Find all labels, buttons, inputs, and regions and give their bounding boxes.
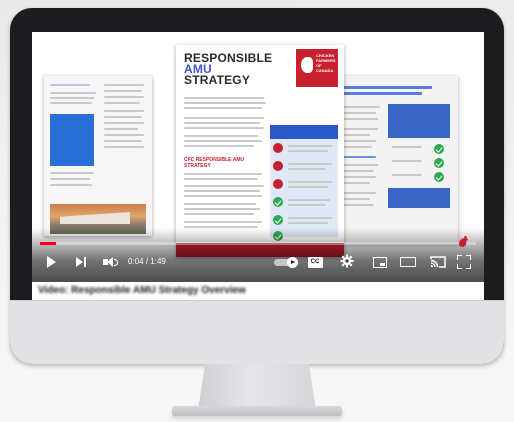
miniplayer-icon[interactable] [372, 256, 387, 268]
video-caption-strip: Video: Responsible AMU Strategy Overview [32, 282, 484, 300]
video-screen[interactable]: RESPONSIBLE AMU STRATEGY CHICKEN FARMERS… [32, 32, 484, 282]
cc-icon[interactable]: CC [307, 256, 323, 268]
brochure-page-left [44, 76, 152, 236]
video-caption: Video: Responsible AMU Strategy Overview [38, 285, 246, 296]
progress-track[interactable] [40, 242, 476, 245]
cast-icon[interactable] [430, 255, 446, 269]
time-display: 0:04 / 1:49 [128, 257, 166, 266]
autoplay-icon [287, 256, 298, 268]
fullscreen-icon[interactable] [456, 254, 472, 270]
gear-icon[interactable] [340, 254, 354, 268]
duration: 1:49 [150, 257, 166, 266]
monitor-stand [198, 364, 316, 410]
time-separator: / [145, 257, 149, 266]
play-icon[interactable] [44, 255, 58, 269]
alert-icon [273, 179, 283, 189]
autoplay-toggle[interactable] [272, 256, 298, 268]
current-time: 0:04 [128, 257, 144, 266]
theater-icon[interactable] [400, 256, 416, 268]
brochure-subhead: CFC RESPONSIBLE AMU STRATEGY [184, 157, 245, 169]
next-icon[interactable] [74, 255, 88, 269]
progress-played[interactable] [40, 242, 56, 245]
alert-icon [273, 143, 283, 153]
monitor-base [172, 406, 342, 416]
brand-logo: CHICKEN FARMERS OF CANADA [296, 49, 338, 87]
brochure-page-center: RESPONSIBLE AMU STRATEGY CHICKEN FARMERS… [176, 45, 344, 257]
monitor-chin [10, 300, 504, 364]
brochure-title: RESPONSIBLE AMU STRATEGY [184, 51, 273, 87]
alert-icon [273, 161, 283, 171]
volume-icon[interactable] [102, 255, 118, 269]
check-icon [273, 215, 283, 225]
check-icon [273, 197, 283, 207]
controls-gradient [32, 228, 484, 282]
channel-logo-icon [456, 235, 470, 249]
